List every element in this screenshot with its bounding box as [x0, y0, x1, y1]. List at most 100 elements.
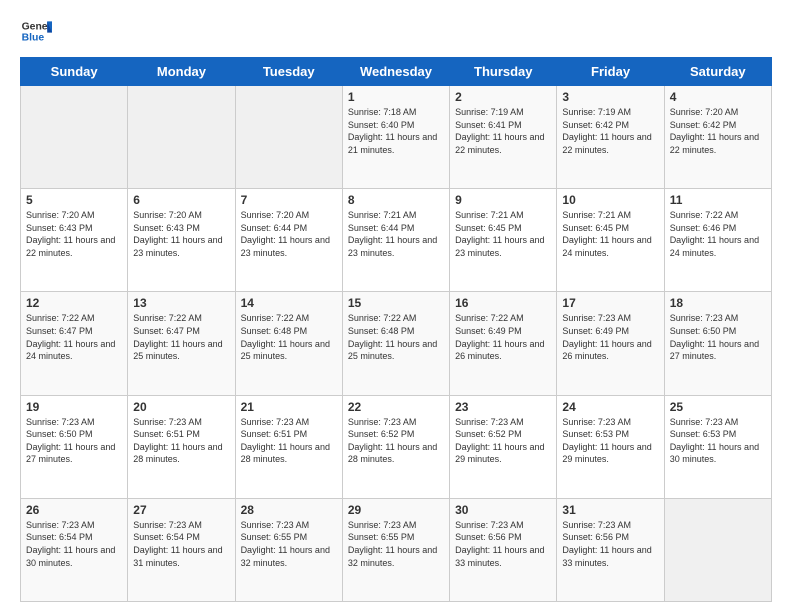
week-row-1: 1Sunrise: 7:18 AMSunset: 6:40 PMDaylight… — [21, 86, 772, 189]
header: General Blue — [20, 15, 772, 47]
day-info: Sunrise: 7:18 AMSunset: 6:40 PMDaylight:… — [348, 106, 444, 156]
day-info: Sunrise: 7:20 AMSunset: 6:43 PMDaylight:… — [133, 209, 229, 259]
day-number: 23 — [455, 400, 551, 414]
calendar-cell: 29 Sunrise: 7:23 AMSunset: 6:55 PMDayligh… — [342, 498, 449, 601]
day-number: 29 — [348, 503, 444, 517]
day-info: Sunrise: 7:21 AMSunset: 6:44 PMDaylight:… — [348, 209, 444, 259]
day-info: Sunrise: 7:23 AMSunset: 6:52 PMDaylight:… — [455, 416, 551, 466]
day-number: 27 — [133, 503, 229, 517]
calendar-cell: 14 Sunrise: 7:22 AMSunset: 6:48 PMDayligh… — [235, 292, 342, 395]
day-info: Sunrise: 7:23 AMSunset: 6:55 PMDaylight:… — [241, 519, 337, 569]
day-number: 7 — [241, 193, 337, 207]
calendar-cell: 9 Sunrise: 7:21 AMSunset: 6:45 PMDaylight… — [450, 189, 557, 292]
day-info: Sunrise: 7:23 AMSunset: 6:51 PMDaylight:… — [133, 416, 229, 466]
week-row-5: 26Sunrise: 7:23 AMSunset: 6:54 PMDayligh… — [21, 498, 772, 601]
logo: General Blue — [20, 15, 52, 47]
calendar-cell — [235, 86, 342, 189]
day-info: Sunrise: 7:22 AMSunset: 6:48 PMDaylight:… — [241, 312, 337, 362]
calendar-cell: 18 Sunrise: 7:23 AMSunset: 6:50 PMDayligh… — [664, 292, 771, 395]
weekday-header-thursday: Thursday — [450, 58, 557, 86]
day-info: Sunrise: 7:23 AMSunset: 6:49 PMDaylight:… — [562, 312, 658, 362]
day-info: Sunrise: 7:21 AMSunset: 6:45 PMDaylight:… — [562, 209, 658, 259]
svg-text:Blue: Blue — [22, 33, 45, 44]
day-info: Sunrise: 7:23 AMSunset: 6:50 PMDaylight:… — [26, 416, 122, 466]
day-info: Sunrise: 7:22 AMSunset: 6:48 PMDaylight:… — [348, 312, 444, 362]
day-number: 14 — [241, 296, 337, 310]
day-number: 16 — [455, 296, 551, 310]
day-info: Sunrise: 7:23 AMSunset: 6:54 PMDaylight:… — [26, 519, 122, 569]
day-info: Sunrise: 7:19 AMSunset: 6:41 PMDaylight:… — [455, 106, 551, 156]
calendar-cell: 22Sunrise: 7:23 AMSunset: 6:52 PMDayligh… — [342, 395, 449, 498]
day-info: Sunrise: 7:23 AMSunset: 6:55 PMDaylight:… — [348, 519, 444, 569]
calendar-cell: 4Sunrise: 7:20 AMSunset: 6:42 PMDaylight… — [664, 86, 771, 189]
day-info: Sunrise: 7:20 AMSunset: 6:42 PMDaylight:… — [670, 106, 766, 156]
page: General Blue SundayMondayTuesdayWednesda… — [0, 0, 792, 612]
calendar-cell: 10 Sunrise: 7:21 AMSunset: 6:45 PMDayligh… — [557, 189, 664, 292]
day-number: 5 — [26, 193, 122, 207]
calendar-cell: 20 Sunrise: 7:23 AMSunset: 6:51 PMDayligh… — [128, 395, 235, 498]
day-info: Sunrise: 7:23 AMSunset: 6:53 PMDaylight:… — [562, 416, 658, 466]
day-info: Sunrise: 7:20 AMSunset: 6:43 PMDaylight:… — [26, 209, 122, 259]
day-number: 17 — [562, 296, 658, 310]
day-number: 24 — [562, 400, 658, 414]
calendar-cell: 21Sunrise: 7:23 AMSunset: 6:51 PMDayligh… — [235, 395, 342, 498]
calendar-cell: 7 Sunrise: 7:20 AMSunset: 6:44 PMDaylight… — [235, 189, 342, 292]
week-row-2: 5 Sunrise: 7:20 AMSunset: 6:43 PMDaylight… — [21, 189, 772, 292]
day-info: Sunrise: 7:23 AMSunset: 6:56 PMDaylight:… — [455, 519, 551, 569]
week-row-4: 19 Sunrise: 7:23 AMSunset: 6:50 PMDayligh… — [21, 395, 772, 498]
day-info: Sunrise: 7:23 AMSunset: 6:53 PMDaylight:… — [670, 416, 766, 466]
weekday-header-row: SundayMondayTuesdayWednesdayThursdayFrid… — [21, 58, 772, 86]
day-number: 12 — [26, 296, 122, 310]
calendar-cell: 2 Sunrise: 7:19 AMSunset: 6:41 PMDaylight… — [450, 86, 557, 189]
weekday-header-friday: Friday — [557, 58, 664, 86]
calendar-cell: 25 Sunrise: 7:23 AMSunset: 6:53 PMDayligh… — [664, 395, 771, 498]
day-info: Sunrise: 7:21 AMSunset: 6:45 PMDaylight:… — [455, 209, 551, 259]
calendar-cell: 8Sunrise: 7:21 AMSunset: 6:44 PMDaylight… — [342, 189, 449, 292]
weekday-header-sunday: Sunday — [21, 58, 128, 86]
calendar-cell: 19 Sunrise: 7:23 AMSunset: 6:50 PMDayligh… — [21, 395, 128, 498]
day-number: 10 — [562, 193, 658, 207]
calendar-cell — [128, 86, 235, 189]
calendar-cell: 23 Sunrise: 7:23 AMSunset: 6:52 PMDayligh… — [450, 395, 557, 498]
day-number: 28 — [241, 503, 337, 517]
day-number: 20 — [133, 400, 229, 414]
day-info: Sunrise: 7:22 AMSunset: 6:47 PMDaylight:… — [133, 312, 229, 362]
day-number: 19 — [26, 400, 122, 414]
day-number: 15 — [348, 296, 444, 310]
day-number: 3 — [562, 90, 658, 104]
calendar-cell: 26Sunrise: 7:23 AMSunset: 6:54 PMDayligh… — [21, 498, 128, 601]
day-info: Sunrise: 7:23 AMSunset: 6:51 PMDaylight:… — [241, 416, 337, 466]
day-number: 31 — [562, 503, 658, 517]
calendar-cell: 24 Sunrise: 7:23 AMSunset: 6:53 PMDayligh… — [557, 395, 664, 498]
calendar-cell: 15 Sunrise: 7:22 AMSunset: 6:48 PMDayligh… — [342, 292, 449, 395]
weekday-header-saturday: Saturday — [664, 58, 771, 86]
weekday-header-monday: Monday — [128, 58, 235, 86]
day-number: 11 — [670, 193, 766, 207]
calendar-cell: 1Sunrise: 7:18 AMSunset: 6:40 PMDaylight… — [342, 86, 449, 189]
day-info: Sunrise: 7:23 AMSunset: 6:50 PMDaylight:… — [670, 312, 766, 362]
day-number: 25 — [670, 400, 766, 414]
day-info: Sunrise: 7:23 AMSunset: 6:52 PMDaylight:… — [348, 416, 444, 466]
calendar-cell: 5 Sunrise: 7:20 AMSunset: 6:43 PMDaylight… — [21, 189, 128, 292]
logo-icon: General Blue — [20, 15, 52, 47]
day-info: Sunrise: 7:23 AMSunset: 6:54 PMDaylight:… — [133, 519, 229, 569]
calendar-cell: 28 Sunrise: 7:23 AMSunset: 6:55 PMDayligh… — [235, 498, 342, 601]
calendar-cell: 12 Sunrise: 7:22 AMSunset: 6:47 PMDayligh… — [21, 292, 128, 395]
day-number: 18 — [670, 296, 766, 310]
day-info: Sunrise: 7:19 AMSunset: 6:42 PMDaylight:… — [562, 106, 658, 156]
calendar: SundayMondayTuesdayWednesdayThursdayFrid… — [20, 57, 772, 602]
calendar-cell: 11Sunrise: 7:22 AMSunset: 6:46 PMDayligh… — [664, 189, 771, 292]
day-info: Sunrise: 7:23 AMSunset: 6:56 PMDaylight:… — [562, 519, 658, 569]
day-info: Sunrise: 7:22 AMSunset: 6:47 PMDaylight:… — [26, 312, 122, 362]
day-number: 30 — [455, 503, 551, 517]
day-number: 2 — [455, 90, 551, 104]
day-info: Sunrise: 7:20 AMSunset: 6:44 PMDaylight:… — [241, 209, 337, 259]
day-info: Sunrise: 7:22 AMSunset: 6:49 PMDaylight:… — [455, 312, 551, 362]
weekday-header-tuesday: Tuesday — [235, 58, 342, 86]
week-row-3: 12 Sunrise: 7:22 AMSunset: 6:47 PMDayligh… — [21, 292, 772, 395]
calendar-cell: 3 Sunrise: 7:19 AMSunset: 6:42 PMDaylight… — [557, 86, 664, 189]
calendar-cell: 16 Sunrise: 7:22 AMSunset: 6:49 PMDayligh… — [450, 292, 557, 395]
calendar-cell: 30 Sunrise: 7:23 AMSunset: 6:56 PMDayligh… — [450, 498, 557, 601]
calendar-cell: 6Sunrise: 7:20 AMSunset: 6:43 PMDaylight… — [128, 189, 235, 292]
day-number: 9 — [455, 193, 551, 207]
